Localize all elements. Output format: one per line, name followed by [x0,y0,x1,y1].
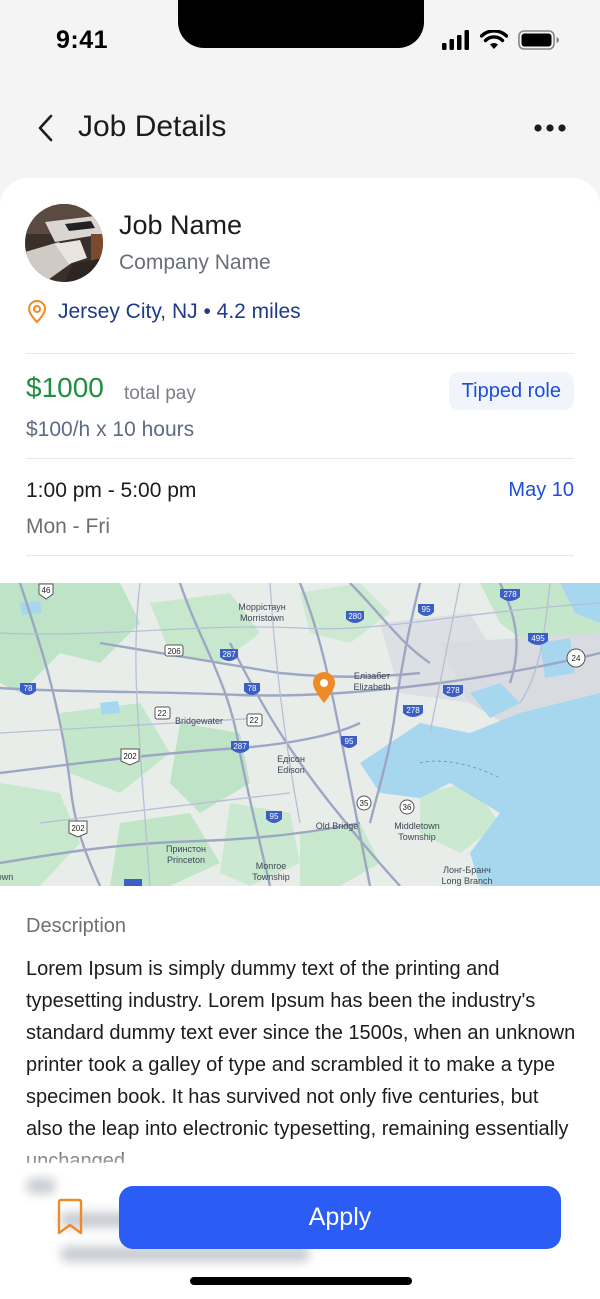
divider [26,353,574,354]
location-text: Jersey City, NJ • 4.2 miles [58,300,301,323]
status-bar: 9:41 [0,0,600,80]
svg-text:Едісон: Едісон [277,754,305,764]
svg-text:Township: Township [398,832,436,842]
bookmark-icon [57,1198,83,1235]
svg-text:202: 202 [123,752,137,761]
shift-date: May 10 [508,479,574,501]
company-name: Company Name [119,251,271,274]
svg-text:95: 95 [422,605,431,614]
svg-text:35: 35 [360,799,369,808]
job-name: Job Name [119,210,243,240]
svg-text:Елізабет: Елізабет [354,671,390,681]
description-body: Lorem Ipsum is simply dummy text of the … [26,958,576,1163]
svg-text:495: 495 [531,634,545,643]
svg-text:24: 24 [572,654,581,663]
device-notch [178,0,424,48]
location-map[interactable]: 46 206 287 280 95 278 495 24 78 78 22 22… [0,583,600,886]
svg-text:22: 22 [250,716,259,725]
svg-text:278: 278 [446,686,460,695]
svg-text:Моррістаун: Моррістаун [238,602,286,612]
svg-text:Township: Township [252,872,290,882]
location-pin-icon [27,300,47,324]
svg-text:Long Branch: Long Branch [441,876,492,886]
signal-icon [442,30,469,50]
chevron-left-icon [38,114,53,142]
description-heading: Description [26,915,127,937]
svg-text:Принстон: Принстон [166,844,206,854]
shift-time-range: 1:00 pm - 5:00 pm [26,479,197,502]
status-icons [442,30,560,50]
more-horizontal-icon [534,124,566,132]
svg-text:46: 46 [42,586,51,595]
svg-text:202: 202 [71,824,85,833]
svg-text:95: 95 [345,737,354,746]
pay-rate: $100/h x 10 hours [26,418,195,441]
svg-text:Лонг-Бранч: Лонг-Бранч [443,865,491,875]
svg-text:Monroe: Monroe [256,861,287,871]
divider [26,458,574,459]
pay-amount: $1000 [26,372,104,403]
more-options-button[interactable] [530,110,570,146]
svg-text:22: 22 [158,709,167,718]
svg-text:278: 278 [406,706,420,715]
job-details-card: Job Name Company Name Jersey City, NJ • … [0,178,600,1299]
svg-text:78: 78 [248,684,257,693]
shift-days: Mon - Fri [26,515,110,538]
svg-text:Princeton: Princeton [167,855,205,865]
svg-text:280: 280 [348,612,362,621]
apply-button[interactable]: Apply [119,1186,561,1249]
svg-text:Morristown: Morristown [240,613,284,623]
svg-text:36: 36 [403,803,412,812]
svg-text:Elizabeth: Elizabeth [353,682,390,692]
battery-icon [518,30,559,50]
pay-label: total pay [124,383,196,404]
bookmark-button[interactable] [50,1195,90,1239]
svg-text:206: 206 [167,647,181,656]
divider [26,555,574,556]
svg-text:287: 287 [222,650,236,659]
tipped-role-badge: Tipped role [448,372,574,410]
job-avatar [25,204,103,282]
wifi-icon [480,30,508,49]
svg-text:287: 287 [233,742,247,751]
svg-text:Middletown: Middletown [394,821,440,831]
back-button[interactable] [28,108,64,148]
svg-text:Edison: Edison [277,765,305,775]
home-indicator [190,1277,412,1285]
svg-text:278: 278 [503,590,517,599]
svg-text:own: own [0,872,13,882]
navigation-bar: Job Details [0,100,600,160]
status-time: 9:41 [56,26,109,54]
svg-text:95: 95 [270,812,279,821]
content-fade [0,1138,600,1178]
svg-text:Old Bridge: Old Bridge [316,821,359,831]
page-title: Job Details [78,110,227,143]
svg-text:Bridgewater: Bridgewater [175,716,223,726]
svg-text:78: 78 [24,684,33,693]
location-row[interactable]: Jersey City, NJ • 4.2 miles [26,300,301,324]
